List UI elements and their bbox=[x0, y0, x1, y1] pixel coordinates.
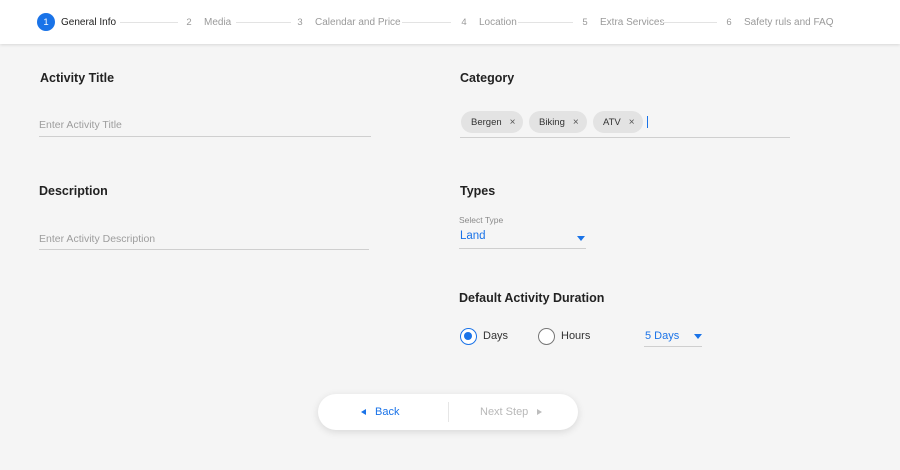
step-number: 2 bbox=[186, 16, 192, 28]
step-connector bbox=[120, 22, 178, 23]
chip-label: Biking bbox=[539, 116, 565, 128]
description-field bbox=[39, 229, 369, 250]
step-number: 1 bbox=[37, 13, 55, 31]
chevron-down-icon bbox=[694, 334, 702, 339]
step-label: Safety ruls and FAQ bbox=[744, 16, 834, 28]
activity-title-field bbox=[39, 115, 371, 137]
radio-hours-label: Hours bbox=[561, 330, 591, 342]
step-label: Extra Services bbox=[600, 16, 665, 28]
step-navigation: Back Next Step bbox=[318, 394, 578, 430]
step-label: Calendar and Price bbox=[315, 16, 401, 28]
step-calendar-and-price[interactable]: 3 Calendar and Price bbox=[291, 13, 401, 31]
step-safety-and-faq[interactable]: 6 Safety ruls and FAQ bbox=[720, 13, 834, 31]
back-button[interactable]: Back bbox=[361, 394, 399, 430]
duration-amount-select[interactable]: 5 Days bbox=[644, 327, 702, 347]
next-step-button-label: Next Step bbox=[480, 406, 529, 418]
next-step-button[interactable]: Next Step bbox=[480, 394, 543, 430]
close-icon[interactable]: × bbox=[629, 117, 635, 128]
duration-amount-value: 5 Days bbox=[645, 330, 680, 342]
step-progress-bar: 1 General Info 2 Media 3 Calendar and Pr… bbox=[0, 0, 900, 44]
category-chip[interactable]: Bergen × bbox=[461, 111, 524, 133]
step-connector bbox=[662, 22, 717, 23]
step-connector bbox=[236, 22, 291, 23]
description-label: Description bbox=[39, 184, 108, 198]
category-chip[interactable]: ATV × bbox=[593, 111, 643, 133]
duration-label: Default Activity Duration bbox=[459, 291, 605, 305]
step-number: 6 bbox=[726, 16, 732, 28]
category-input-underline[interactable] bbox=[460, 136, 790, 138]
step-label: Location bbox=[479, 16, 517, 28]
step-general-info[interactable]: 1 General Info bbox=[37, 13, 116, 31]
description-input[interactable] bbox=[39, 230, 369, 248]
text-cursor bbox=[647, 116, 648, 128]
activity-title-input[interactable] bbox=[39, 116, 371, 134]
activity-title-label: Activity Title bbox=[40, 71, 115, 85]
radio-hours[interactable] bbox=[538, 328, 555, 345]
category-chip[interactable]: Biking × bbox=[529, 111, 587, 133]
chip-label: Bergen bbox=[471, 116, 502, 128]
select-type-label: Select Type bbox=[459, 215, 504, 225]
radio-days-label: Days bbox=[483, 330, 509, 342]
step-location[interactable]: 4 Location bbox=[455, 13, 517, 31]
chevron-left-icon bbox=[361, 409, 366, 415]
step-connector bbox=[518, 22, 573, 23]
type-select-value: Land bbox=[460, 230, 486, 242]
step-connector bbox=[402, 22, 451, 23]
step-number: 5 bbox=[582, 16, 588, 28]
step-extra-services[interactable]: 5 Extra Services bbox=[576, 13, 664, 31]
step-media[interactable]: 2 Media bbox=[180, 13, 231, 31]
chip-label: ATV bbox=[603, 116, 621, 128]
close-icon[interactable]: × bbox=[510, 117, 516, 128]
chevron-down-icon bbox=[577, 236, 585, 241]
radio-days[interactable] bbox=[460, 328, 477, 345]
step-label: General Info bbox=[61, 16, 117, 28]
category-label: Category bbox=[460, 71, 515, 85]
chevron-right-icon bbox=[537, 409, 543, 415]
types-label: Types bbox=[460, 184, 496, 198]
close-icon[interactable]: × bbox=[573, 117, 579, 128]
back-button-label: Back bbox=[375, 406, 400, 418]
step-label: Media bbox=[204, 16, 232, 28]
nav-divider bbox=[448, 402, 449, 422]
type-select[interactable]: Land bbox=[459, 228, 586, 249]
step-number: 3 bbox=[297, 16, 303, 28]
step-number: 4 bbox=[461, 16, 467, 28]
